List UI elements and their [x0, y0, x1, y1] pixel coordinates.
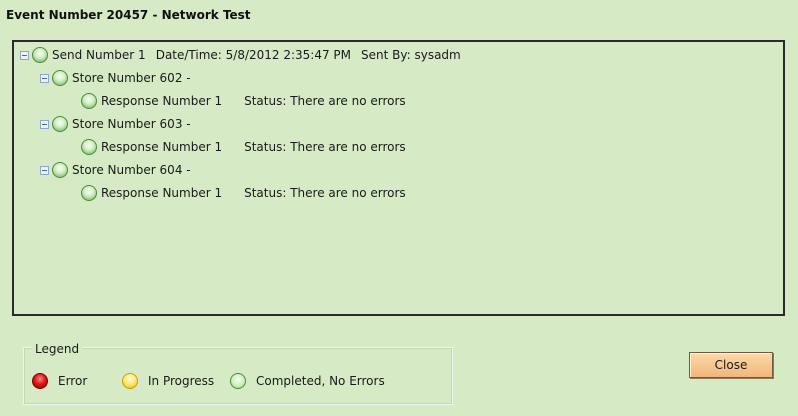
event-tree-panel: Send Number 1 Date/Time: 5/8/2012 2:35:4… [12, 40, 785, 316]
tree-node-store[interactable]: Store Number 603 - [40, 114, 191, 134]
status-completed-icon [52, 162, 68, 178]
response-status: Status: There are no errors [244, 186, 406, 200]
tree-node-store[interactable]: Store Number 604 - [40, 160, 191, 180]
status-completed-icon [52, 70, 68, 86]
collapse-toggle-icon[interactable] [40, 119, 49, 129]
dialog-title: Event Number 20457 - Network Test [6, 8, 251, 22]
completed-status-icon [230, 373, 246, 389]
legend-item-in-progress: In Progress [122, 373, 214, 389]
response-label: Response Number 1 [101, 140, 223, 154]
tree-node-response[interactable]: Response Number 1 Status: There are no e… [81, 91, 406, 111]
error-status-icon [32, 373, 48, 389]
status-completed-icon [81, 93, 97, 109]
in-progress-status-icon [122, 373, 138, 389]
send-datetime: Date/Time: 5/8/2012 2:35:47 PM [155, 48, 352, 62]
store-label: Store Number 603 - [72, 117, 191, 131]
legend-box: Legend Error In Progress Completed, No E… [23, 342, 453, 405]
response-status: Status: There are no errors [244, 140, 406, 154]
legend-item-error: Error [32, 373, 87, 389]
send-label: Send Number 1 [52, 48, 146, 62]
tree-node-send[interactable]: Send Number 1 Date/Time: 5/8/2012 2:35:4… [20, 45, 461, 65]
close-button[interactable]: Close [689, 352, 773, 378]
legend-title: Legend [32, 342, 83, 356]
response-status: Status: There are no errors [244, 94, 406, 108]
response-label: Response Number 1 [101, 94, 223, 108]
status-completed-icon [52, 116, 68, 132]
status-completed-icon [81, 185, 97, 201]
tree-node-response[interactable]: Response Number 1 Status: There are no e… [81, 137, 406, 157]
collapse-toggle-icon[interactable] [40, 165, 49, 175]
store-label: Store Number 604 - [72, 163, 191, 177]
store-label: Store Number 602 - [72, 71, 191, 85]
response-label: Response Number 1 [101, 186, 223, 200]
legend-item-completed: Completed, No Errors [230, 373, 385, 389]
status-completed-icon [32, 47, 48, 63]
legend-label-completed: Completed, No Errors [256, 374, 385, 388]
status-completed-icon [81, 139, 97, 155]
tree-node-store[interactable]: Store Number 602 - [40, 68, 191, 88]
legend-label-error: Error [58, 374, 88, 388]
collapse-toggle-icon[interactable] [20, 50, 29, 60]
legend-label-in-progress: In Progress [148, 374, 215, 388]
send-sent-by: Sent By: sysadm [361, 48, 461, 62]
tree-node-response[interactable]: Response Number 1 Status: There are no e… [81, 183, 406, 203]
collapse-toggle-icon[interactable] [40, 73, 49, 83]
